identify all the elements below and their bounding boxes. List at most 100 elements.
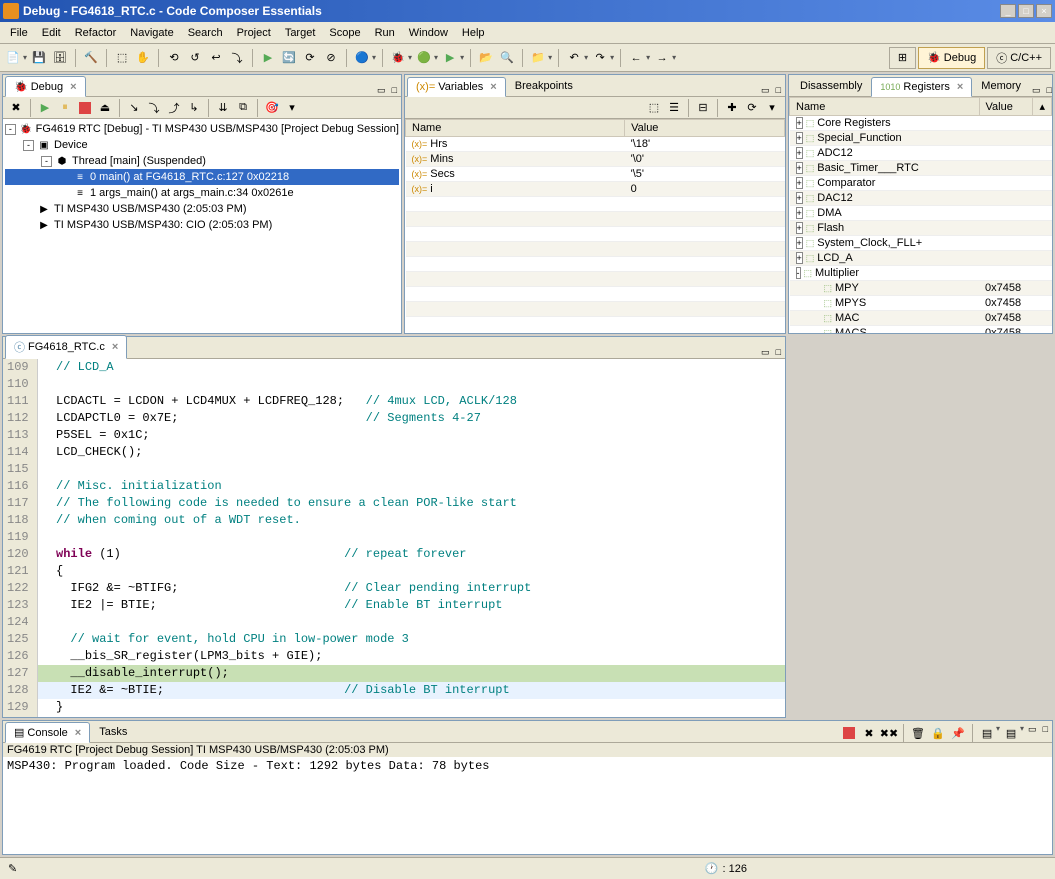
tab-memory[interactable]: Memory <box>972 76 1030 96</box>
menu-scope[interactable]: Scope <box>323 25 366 41</box>
col-value[interactable]: Value <box>979 98 1033 116</box>
col-name[interactable]: Name <box>790 98 980 116</box>
perspective-debug[interactable]: 🐞Debug <box>918 47 985 69</box>
maximize-view-icon[interactable]: □ <box>1041 724 1050 742</box>
new-icon[interactable]: 📄 <box>4 49 22 67</box>
breakpoint-icon[interactable]: 🔵 <box>353 49 371 67</box>
tree-row[interactable]: ▶TI MSP430 USB/MSP430 (2:05:03 PM) <box>5 201 399 217</box>
minimize-button[interactable]: _ <box>1000 4 1016 18</box>
step-over-icon[interactable]: ⤵ <box>145 99 163 117</box>
menu-help[interactable]: Help <box>456 25 491 41</box>
code-line[interactable]: // wait for event, hold CPU in low-power… <box>38 631 785 648</box>
tab-editor-file[interactable]: ⓒFG4618_RTC.c× <box>5 335 127 359</box>
menu-window[interactable]: Window <box>403 25 454 41</box>
menu-target[interactable]: Target <box>279 25 322 41</box>
code-line[interactable]: IFG2 &= ~BTIFG; // Clear pending interru… <box>38 580 785 597</box>
code-line[interactable] <box>38 376 785 393</box>
register-group-row[interactable]: -⬚Multiplier <box>790 266 1052 281</box>
close-icon[interactable]: × <box>957 81 963 93</box>
registers-table[interactable]: NameValue▴ +⬚Core Registers+⬚Special_Fun… <box>789 97 1052 333</box>
search-icon[interactable]: 🔍 <box>498 49 516 67</box>
expander-icon[interactable]: + <box>796 147 803 159</box>
save-icon[interactable]: 💾 <box>30 49 48 67</box>
code-line[interactable]: IE2 |= BTIE; // Enable BT interrupt <box>38 597 785 614</box>
col-value[interactable]: Value <box>625 120 785 137</box>
show-type-icon[interactable]: ⬚ <box>645 99 663 117</box>
menu-project[interactable]: Project <box>231 25 277 41</box>
maximize-view-icon[interactable]: □ <box>774 347 783 358</box>
toggle-asm-icon[interactable]: ⬚ <box>113 49 131 67</box>
code-line[interactable]: P5SEL = 0x1C; <box>38 427 785 444</box>
collapse-all-icon[interactable]: ⊟ <box>694 99 712 117</box>
code-line[interactable]: // Misc. initialization <box>38 478 785 495</box>
tree-row[interactable]: -⬢Thread [main] (Suspended) <box>5 153 399 169</box>
table-row[interactable]: (x)= Hrs'\18' <box>406 137 785 152</box>
tab-console[interactable]: ▤Console× <box>5 722 90 743</box>
register-group-row[interactable]: +⬚Special_Function <box>790 131 1052 146</box>
register-row[interactable]: ⬚MPYS0x7458 <box>790 296 1052 311</box>
expander-icon[interactable]: + <box>796 132 803 144</box>
maximize-view-icon[interactable]: □ <box>390 85 399 96</box>
expander-icon[interactable]: + <box>796 162 803 174</box>
expander-icon[interactable]: + <box>796 207 803 219</box>
menu-run[interactable]: Run <box>369 25 401 41</box>
tree-row[interactable]: ≡1 args_main() at args_main.c:34 0x0261e <box>5 185 399 201</box>
table-row[interactable]: (x)= i0 <box>406 182 785 197</box>
code-line[interactable]: LCDACTL = LCDON + LCD4MUX + LCDFREQ_128;… <box>38 393 785 410</box>
table-row[interactable]: (x)= Secs'\5' <box>406 167 785 182</box>
display-console-icon[interactable]: ▤ <box>978 724 996 742</box>
code-line[interactable] <box>38 461 785 478</box>
step-asm-icon[interactable]: ↳ <box>185 99 203 117</box>
remove-launch-icon[interactable]: ✖ <box>860 724 878 742</box>
refresh-icon[interactable]: ⟳ <box>743 99 761 117</box>
menu-file[interactable]: File <box>4 25 34 41</box>
expander-icon[interactable]: + <box>796 252 803 264</box>
next-annotation-icon[interactable]: ↷ <box>591 49 609 67</box>
code-line[interactable]: IE2 &= ~BTIE; // Disable BT interrupt <box>38 682 785 699</box>
minimize-view-icon[interactable]: ▭ <box>759 85 772 96</box>
code-line[interactable]: // LCD_A <box>38 359 785 376</box>
remove-all-icon[interactable]: ✖✖ <box>880 724 898 742</box>
halt-icon[interactable]: ⊘ <box>322 49 340 67</box>
code-line[interactable]: { <box>38 563 785 580</box>
build-icon[interactable]: 🔨 <box>82 49 100 67</box>
disconnect-icon[interactable]: ⏏ <box>96 99 114 117</box>
expander-icon[interactable]: + <box>796 222 803 234</box>
col-name[interactable]: Name <box>406 120 625 137</box>
tree-row[interactable]: ≡0 main() at FG4618_RTC.c:127 0x02218 <box>5 169 399 185</box>
folder-new-icon[interactable]: 📁 <box>529 49 547 67</box>
close-icon[interactable]: × <box>490 81 496 93</box>
tab-tasks[interactable]: Tasks <box>90 722 136 742</box>
minimize-view-icon[interactable]: ▭ <box>375 85 388 96</box>
terminate-icon[interactable] <box>840 724 858 742</box>
run-ext-icon[interactable]: ▶ <box>441 49 459 67</box>
register-group-row[interactable]: +⬚DMA <box>790 206 1052 221</box>
menu-icon[interactable]: ▾ <box>283 99 301 117</box>
register-row[interactable]: ⬚MPY0x7458 <box>790 281 1052 296</box>
tab-debug[interactable]: 🐞Debug× <box>5 76 86 97</box>
menu-search[interactable]: Search <box>182 25 229 41</box>
add-global-icon[interactable]: ✚ <box>723 99 741 117</box>
minimize-view-icon[interactable]: ▭ <box>1026 724 1039 742</box>
menu-navigate[interactable]: Navigate <box>124 25 179 41</box>
register-group-row[interactable]: +⬚DAC12 <box>790 191 1052 206</box>
save-all-icon[interactable]: 🗄 <box>51 49 69 67</box>
register-row[interactable]: ⬚MACS0x7458 <box>790 326 1052 334</box>
expander-icon[interactable]: - <box>796 267 801 279</box>
run-icon[interactable]: 🟢 <box>415 49 433 67</box>
sync-icon[interactable]: ⟳ <box>301 49 319 67</box>
code-line[interactable] <box>38 614 785 631</box>
terminate-icon[interactable] <box>76 99 94 117</box>
register-group-row[interactable]: +⬚Comparator <box>790 176 1052 191</box>
register-group-row[interactable]: +⬚System_Clock,_FLL+ <box>790 236 1052 251</box>
close-icon[interactable]: × <box>70 81 76 93</box>
menu-icon[interactable]: ▾ <box>763 99 781 117</box>
expander-icon[interactable]: + <box>796 177 803 189</box>
show-logical-icon[interactable]: ☰ <box>665 99 683 117</box>
close-icon[interactable]: × <box>75 727 81 739</box>
close-button[interactable]: × <box>1036 4 1052 18</box>
tree-row[interactable]: -🐞FG4619 RTC [Debug] - TI MSP430 USB/MSP… <box>5 121 399 137</box>
remove-terminated-icon[interactable]: ✖ <box>7 99 25 117</box>
code-line[interactable]: LCDAPCTL0 = 0x7E; // Segments 4-27 <box>38 410 785 427</box>
code-line[interactable]: // when coming out of a WDT reset. <box>38 512 785 529</box>
